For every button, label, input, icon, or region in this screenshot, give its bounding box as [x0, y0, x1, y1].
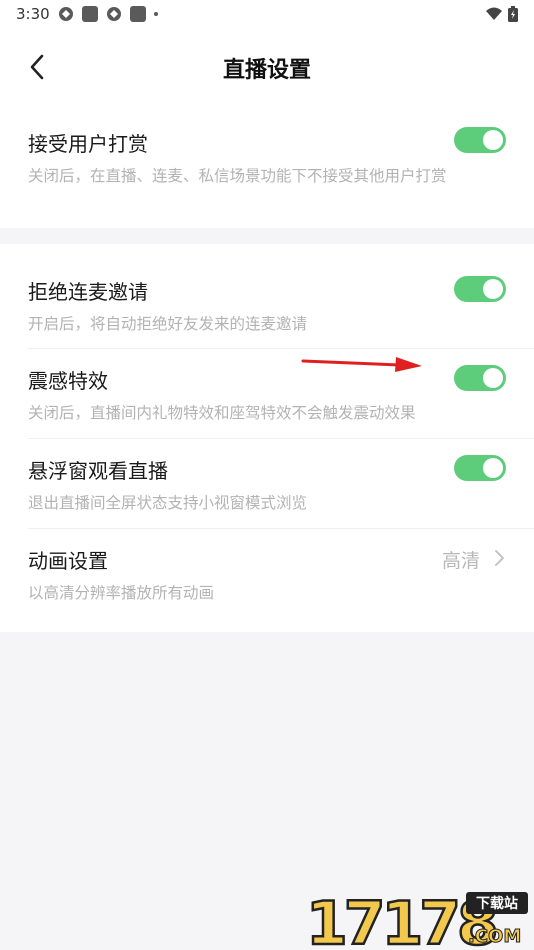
setting-title: 悬浮窗观看直播 — [28, 459, 168, 483]
status-bar: 3:30 — [0, 0, 534, 28]
settings-group-tips: 接受用户打赏 关闭后，在直播、连麦、私信场景功能下不接受其他用户打赏 — [0, 106, 534, 228]
animation-quality-value: 高清 — [441, 550, 480, 572]
wifi-icon — [486, 7, 502, 20]
chevron-right-icon — [495, 550, 504, 566]
reject-co-host-toggle[interactable] — [454, 276, 506, 302]
setting-row-floating-window: 悬浮窗观看直播 退出直播间全屏状态支持小视窗模式浏览 — [0, 439, 534, 528]
setting-description: 关闭后，直播间内礼物特效和座驾特效不会触发震动效果 — [28, 404, 416, 422]
more-notifications-icon — [154, 12, 158, 16]
setting-description: 以高清分辨率播放所有动画 — [28, 584, 215, 602]
settings-group-live: 拒绝连麦邀请 开启后，将自动拒绝好友发来的连麦邀请 震感特效 关闭后，直播间内礼… — [0, 244, 534, 632]
setting-description: 退出直播间全屏状态支持小视窗模式浏览 — [28, 494, 308, 512]
setting-row-haptic-effects: 震感特效 关闭后，直播间内礼物特效和座驾特效不会触发震动效果 — [0, 349, 534, 438]
haptic-effects-toggle[interactable] — [454, 365, 506, 391]
app-notification-icon — [107, 7, 121, 21]
setting-description: 开启后，将自动拒绝好友发来的连麦邀请 — [28, 315, 308, 333]
svg-text:下载站: 下载站 — [476, 895, 518, 912]
accept-tips-toggle[interactable] — [454, 127, 506, 153]
floating-window-toggle[interactable] — [454, 455, 506, 481]
notification-icons — [58, 6, 158, 22]
page-title: 直播设置 — [222, 58, 311, 83]
app-notification-icon — [130, 6, 146, 22]
toggle-knob — [483, 279, 503, 299]
site-watermark-logo: 17178 下载站 .COM — [305, 890, 528, 948]
header: 直播设置 — [0, 28, 534, 106]
status-time: 3:30 — [16, 5, 50, 23]
setting-title: 接受用户打赏 — [28, 132, 148, 156]
app-notification-icon — [59, 7, 73, 21]
battery-icon — [508, 6, 518, 22]
app-notification-icon — [82, 6, 98, 22]
svg-text:.COM: .COM — [468, 926, 521, 947]
toggle-knob — [483, 458, 503, 478]
setting-title: 动画设置 — [28, 549, 108, 573]
setting-row-animation[interactable]: 动画设置 高清 以高清分辨率播放所有动画 — [0, 529, 534, 632]
setting-row-accept-tips: 接受用户打赏 关闭后，在直播、连麦、私信场景功能下不接受其他用户打赏 — [0, 106, 534, 228]
toggle-knob — [483, 130, 503, 150]
setting-description: 关闭后，在直播、连麦、私信场景功能下不接受其他用户打赏 — [28, 167, 447, 185]
toggle-knob — [483, 368, 503, 388]
setting-row-reject-co-host: 拒绝连麦邀请 开启后，将自动拒绝好友发来的连麦邀请 — [0, 244, 534, 348]
system-icons — [486, 6, 518, 22]
setting-title: 拒绝连麦邀请 — [28, 280, 148, 304]
annotation-arrow-icon — [301, 357, 422, 372]
setting-title: 震感特效 — [28, 369, 108, 393]
